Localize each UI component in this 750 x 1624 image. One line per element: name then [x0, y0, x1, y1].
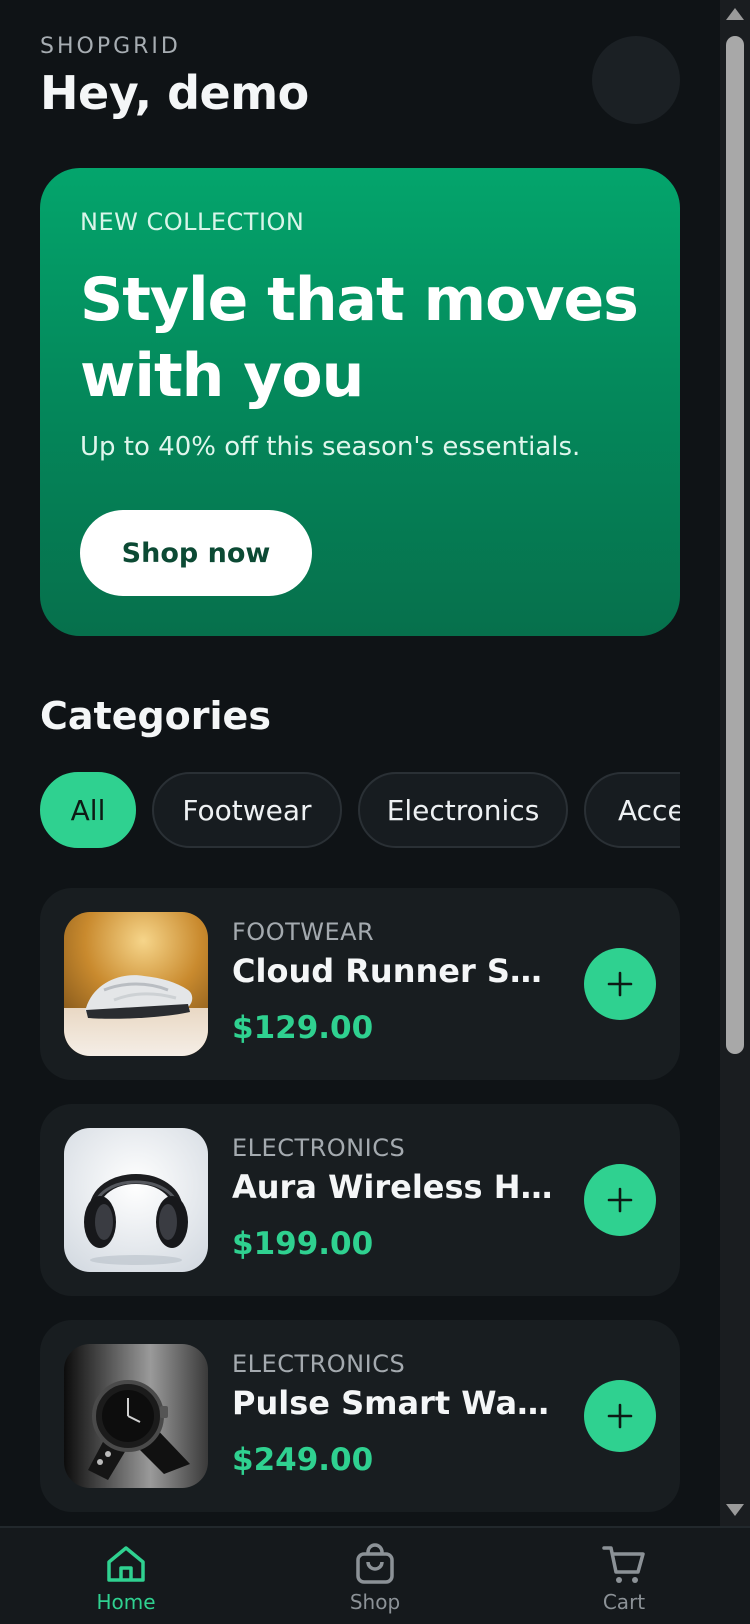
plus-icon: [607, 1187, 633, 1213]
brand-label: SHOPGRID: [40, 34, 181, 59]
add-to-cart-button[interactable]: [584, 1380, 656, 1452]
hero-subtitle: Up to 40% off this season's essentials.: [80, 432, 581, 462]
chip-accessories[interactable]: Accessories: [584, 772, 680, 848]
product-image-sneaker: [64, 912, 208, 1056]
scroll-up-arrow[interactable]: [726, 8, 744, 20]
product-card[interactable]: ELECTRONICS Pulse Smart Watch $249.00: [40, 1320, 680, 1512]
hero-eyebrow: NEW COLLECTION: [80, 208, 305, 236]
avatar[interactable]: [592, 36, 680, 124]
product-price: $249.00: [232, 1442, 374, 1478]
product-category: ELECTRONICS: [232, 1350, 406, 1378]
hero-title: Style that moves with you: [80, 265, 639, 411]
product-image-watch: [64, 1344, 208, 1488]
nav-home-label: Home: [96, 1590, 156, 1614]
product-price: $199.00: [232, 1226, 374, 1262]
product-category: FOOTWEAR: [232, 918, 375, 946]
product-price: $129.00: [232, 1010, 374, 1046]
page-scrollbar[interactable]: [720, 0, 750, 1526]
home-icon: [107, 1546, 145, 1582]
nav-home[interactable]: Home: [66, 1542, 186, 1614]
bottom-nav: Home Shop Cart: [0, 1526, 750, 1624]
product-image-headphones: [64, 1128, 208, 1272]
plus-icon: [607, 971, 633, 997]
nav-cart[interactable]: Cart: [564, 1542, 684, 1614]
chip-footwear[interactable]: Footwear: [152, 772, 342, 848]
add-to-cart-button[interactable]: [584, 1164, 656, 1236]
product-name: Cloud Runner Sneakers: [232, 952, 562, 990]
scrollbar-thumb[interactable]: [726, 36, 744, 1054]
shop-now-button[interactable]: Shop now: [80, 510, 312, 596]
categories-title: Categories: [40, 694, 271, 738]
add-to-cart-button[interactable]: [584, 948, 656, 1020]
app-screen: SHOPGRID Hey, demo NEW COLLECTION Style …: [0, 0, 720, 1624]
product-category: ELECTRONICS: [232, 1134, 406, 1162]
category-chips: All Footwear Electronics Accessories: [40, 772, 680, 852]
hero-banner: NEW COLLECTION Style that moves with you…: [40, 168, 680, 636]
bag-icon: [356, 1543, 394, 1584]
product-name: Pulse Smart Watch: [232, 1384, 562, 1422]
product-name: Aura Wireless Headphones: [232, 1168, 562, 1206]
cart-icon: [602, 1546, 645, 1583]
nav-shop[interactable]: Shop: [315, 1542, 435, 1614]
plus-icon: [607, 1403, 633, 1429]
greeting-title: Hey, demo: [40, 66, 309, 120]
scroll-down-arrow[interactable]: [726, 1504, 744, 1516]
product-card[interactable]: ELECTRONICS Aura Wireless Headphones $19…: [40, 1104, 680, 1296]
chip-electronics[interactable]: Electronics: [358, 772, 568, 848]
chip-all[interactable]: All: [40, 772, 136, 848]
nav-shop-label: Shop: [349, 1590, 401, 1614]
product-card[interactable]: FOOTWEAR Cloud Runner Sneakers $129.00: [40, 888, 680, 1080]
nav-cart-label: Cart: [602, 1590, 646, 1614]
